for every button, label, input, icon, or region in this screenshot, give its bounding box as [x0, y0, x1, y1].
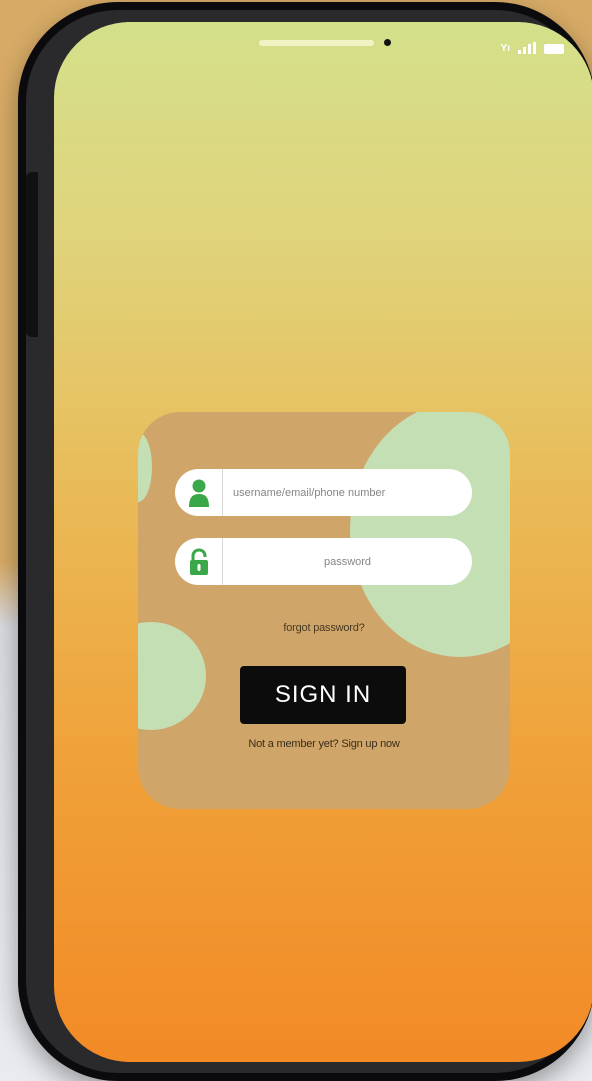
network-indicator: Yı: [500, 43, 510, 54]
sign-in-button[interactable]: SIGN IN: [240, 666, 406, 724]
camera-dot: [384, 39, 391, 46]
battery-icon: [544, 44, 564, 54]
password-input[interactable]: [223, 538, 472, 585]
signal-bars-icon: [518, 42, 536, 54]
username-field[interactable]: [175, 469, 472, 516]
sign-up-link[interactable]: Sign up now: [341, 738, 400, 750]
login-card: forgot password? SIGN IN Not a member ye…: [138, 412, 510, 809]
lock-icon: [175, 538, 223, 585]
signup-prompt-text: Not a member yet?: [248, 738, 339, 750]
decorative-blob-left-bottom: [138, 622, 206, 730]
forgot-password-link[interactable]: forgot password?: [138, 622, 510, 634]
decorative-blob-left-top: [138, 432, 152, 502]
username-input[interactable]: [223, 469, 472, 516]
user-icon: [175, 469, 223, 516]
background: Yı username/email/phone number forgot pa…: [0, 0, 592, 1081]
decorative-blob-right: [350, 412, 510, 657]
phone-screen: Yı username/email/phone number forgot pa…: [54, 22, 592, 1062]
signup-prompt: Not a member yet? Sign up now: [138, 738, 510, 750]
password-field[interactable]: [175, 538, 472, 585]
phone-side-button: [26, 172, 38, 337]
speaker-bar: [259, 40, 374, 46]
status-bar-icons: Yı: [501, 42, 564, 54]
phone-frame: Yı username/email/phone number forgot pa…: [18, 2, 592, 1081]
